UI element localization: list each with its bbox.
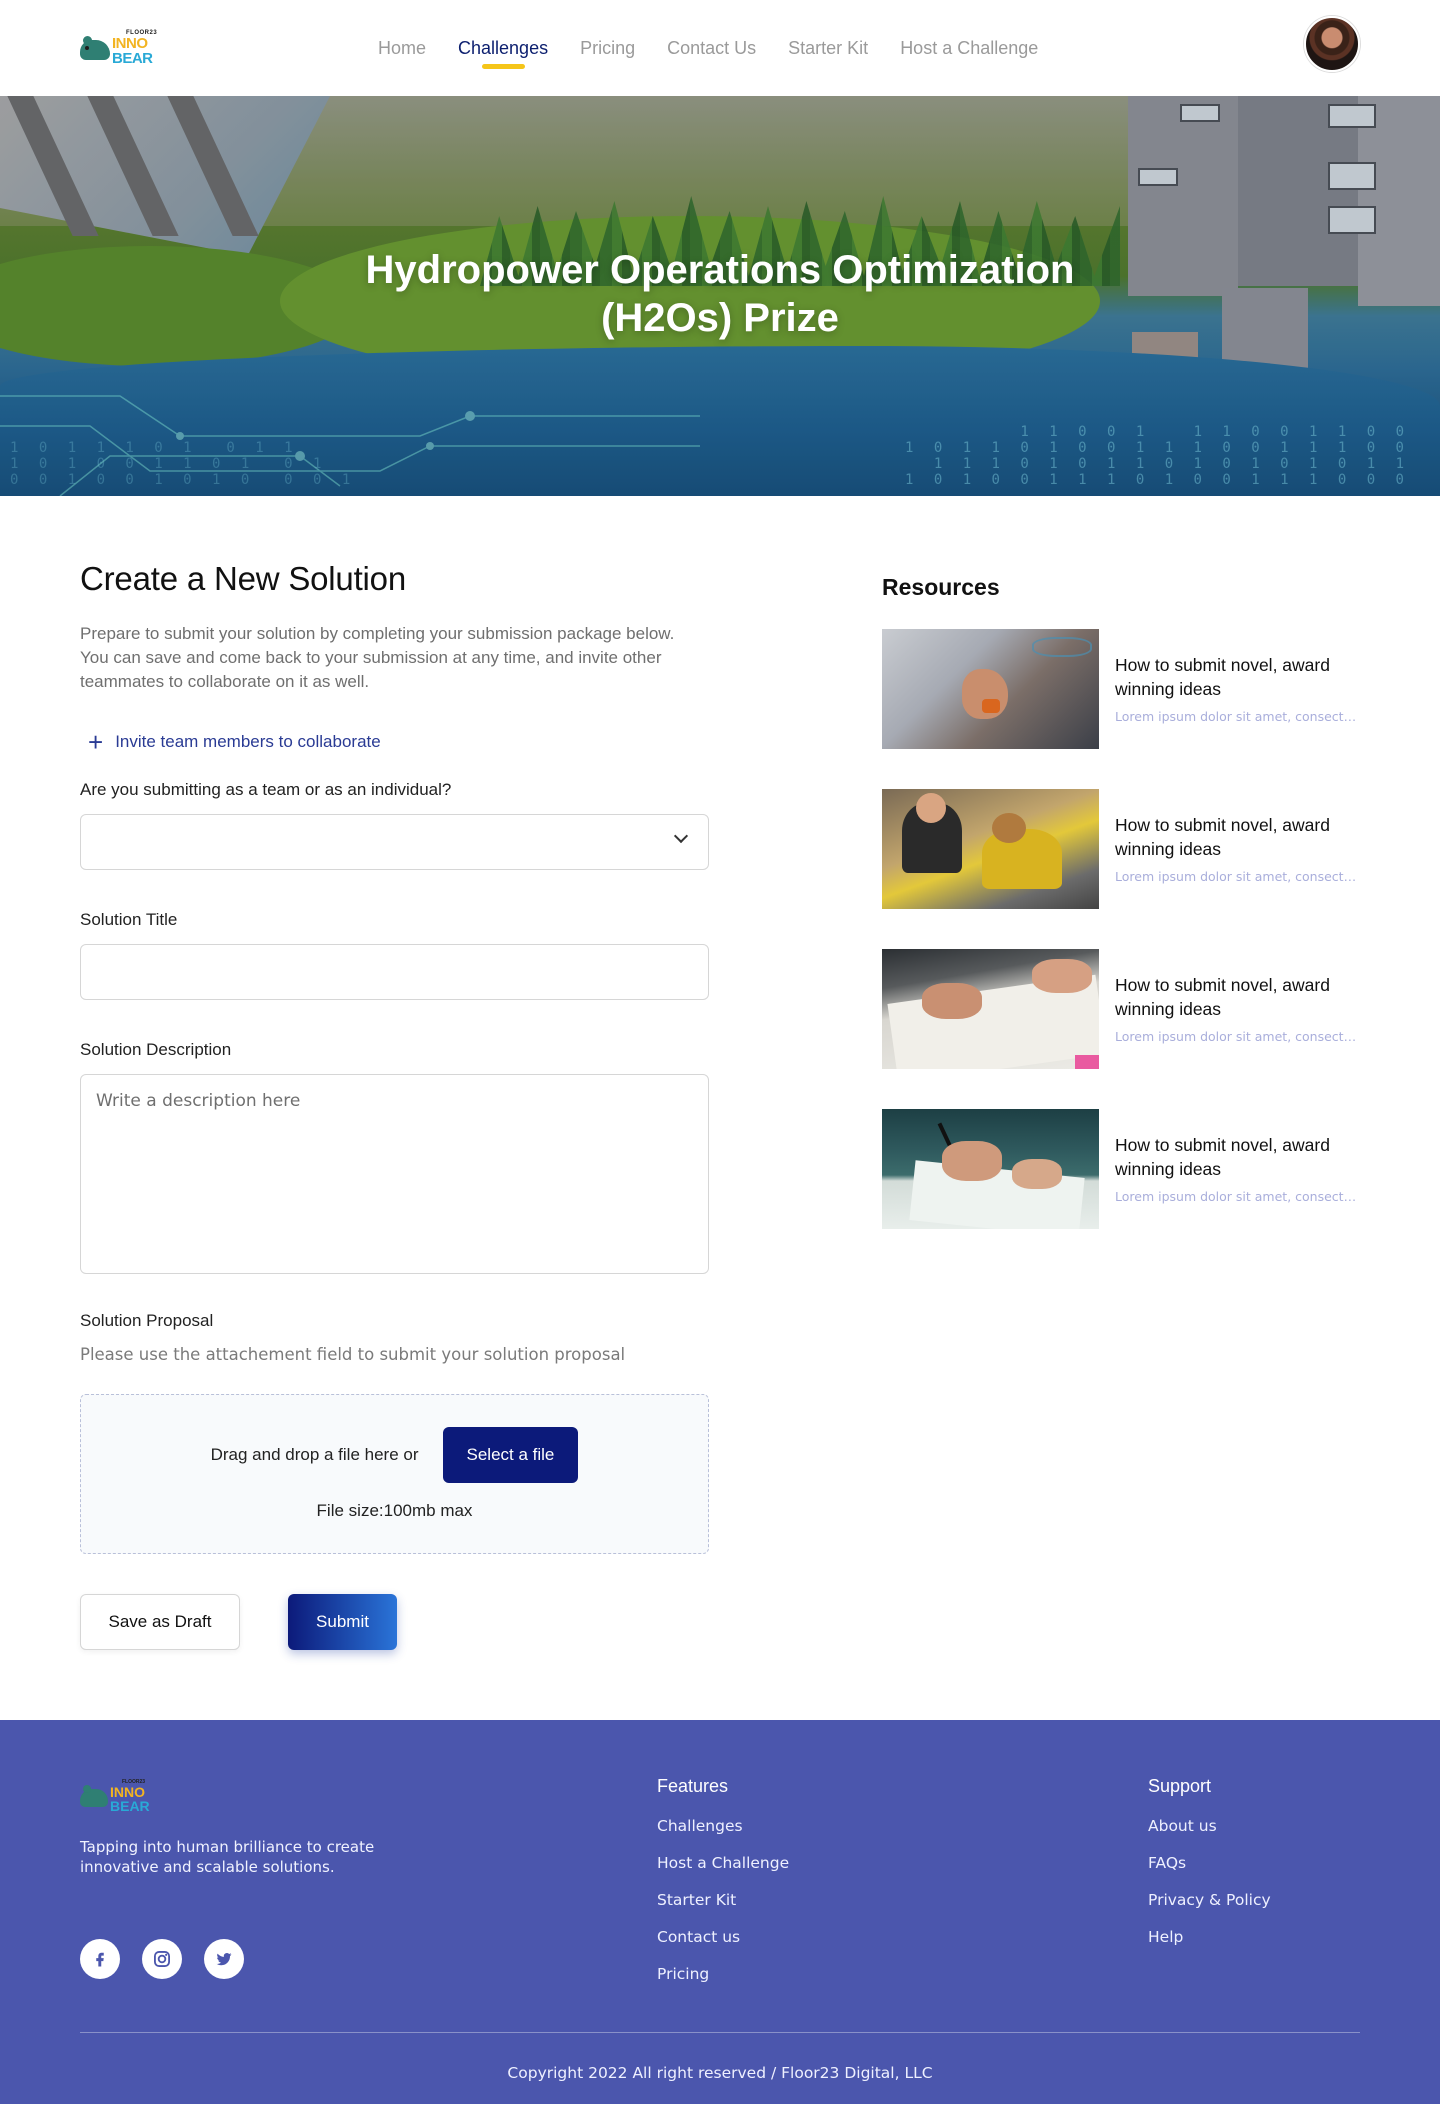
resource-description: Lorem ipsum dolor sit amet, consectetur …: [1115, 869, 1362, 884]
resource-card[interactable]: How to submit novel, award winning ideas…: [882, 949, 1362, 1069]
nav-links: Home Challenges Pricing Contact Us Start…: [378, 0, 1038, 96]
nav-link-pricing[interactable]: Pricing: [580, 38, 635, 59]
bear-logo-icon: [80, 1784, 108, 1809]
dropzone-text: Drag and drop a file here or: [210, 1445, 419, 1464]
resources-title: Resources: [882, 574, 1000, 600]
footer-link-pricing[interactable]: Pricing: [657, 1965, 789, 1983]
footer-link-privacy-policy[interactable]: Privacy & Policy: [1148, 1891, 1271, 1909]
footer-features-column: Features Challenges Host a Challenge Sta…: [657, 1776, 789, 2002]
resource-description: Lorem ipsum dolor sit amet, consectetur …: [1115, 709, 1362, 724]
footer-link-about-us[interactable]: About us: [1148, 1817, 1271, 1835]
chevron-down-icon: [673, 828, 689, 844]
file-dropzone[interactable]: Drag and drop a file here or Select a fi…: [80, 1394, 709, 1554]
invite-team-link[interactable]: + Invite team members to collaborate: [80, 727, 709, 757]
select-file-button[interactable]: Select a file: [442, 1427, 579, 1483]
resource-description: Lorem ipsum dolor sit amet, consectetur …: [1115, 1189, 1362, 1204]
page-title: Create a New Solution: [80, 560, 406, 597]
main-content: Create a New Solution Prepare to submit …: [0, 496, 1440, 1720]
top-nav: FLOOR23 INNO BEAR Home Challenges Pricin…: [0, 0, 1440, 96]
resource-thumbnail: [882, 1109, 1099, 1229]
nav-link-host-a-challenge[interactable]: Host a Challenge: [900, 38, 1038, 59]
user-avatar[interactable]: [1304, 16, 1360, 72]
facebook-icon[interactable]: [80, 1939, 120, 1979]
resource-title: How to submit novel, award winning ideas: [1115, 655, 1330, 699]
footer-divider: [80, 2032, 1360, 2033]
footer-link-host-a-challenge[interactable]: Host a Challenge: [657, 1854, 789, 1872]
solution-proposal-label: Solution Proposal: [80, 1311, 214, 1330]
resource-card[interactable]: How to submit novel, award winning ideas…: [882, 629, 1362, 749]
resource-card[interactable]: How to submit novel, award winning ideas…: [882, 789, 1362, 909]
intro-text: Prepare to submit your solution by compl…: [80, 624, 675, 691]
plus-icon: +: [88, 727, 104, 757]
resource-thumbnail: [882, 789, 1099, 909]
footer-features-title: Features: [657, 1776, 729, 1796]
form-actions: Save as Draft Submit: [80, 1594, 709, 1650]
nav-link-home[interactable]: Home: [378, 38, 426, 59]
footer-link-challenges[interactable]: Challenges: [657, 1817, 789, 1835]
solution-proposal-hint: Please use the attachement field to subm…: [80, 1345, 626, 1364]
nav-link-contact-us[interactable]: Contact Us: [667, 38, 756, 59]
footer-logo-inno-text: INNO: [110, 1784, 145, 1800]
solution-title-input[interactable]: [80, 944, 709, 1000]
nav-link-starter-kit[interactable]: Starter Kit: [788, 38, 868, 59]
footer-link-contact-us[interactable]: Contact us: [657, 1928, 789, 1946]
footer-link-help[interactable]: Help: [1148, 1928, 1271, 1946]
footer-support-title: Support: [1148, 1776, 1212, 1796]
instagram-icon[interactable]: [142, 1939, 182, 1979]
solution-description-label: Solution Description: [80, 1040, 232, 1059]
footer-link-faqs[interactable]: FAQs: [1148, 1854, 1271, 1872]
footer-tagline: Tapping into human brilliance to create …: [80, 1838, 375, 1876]
footer-link-starter-kit[interactable]: Starter Kit: [657, 1891, 789, 1909]
team-or-individual-select[interactable]: [80, 814, 709, 870]
resource-title: How to submit novel, award winning ideas: [1115, 1135, 1330, 1179]
twitter-icon[interactable]: [204, 1939, 244, 1979]
file-size-limit: File size:100mb max: [316, 1501, 473, 1520]
resource-title: How to submit novel, award winning ideas: [1115, 815, 1330, 859]
resource-title: How to submit novel, award winning ideas: [1115, 975, 1330, 1019]
resource-thumbnail: [882, 949, 1099, 1069]
resources-panel: Resources How to submit novel, award win…: [882, 560, 1362, 1650]
nav-link-challenges[interactable]: Challenges: [458, 38, 548, 69]
team-question-label: Are you submitting as a team or as an in…: [80, 780, 452, 799]
footer-support-column: Support About us FAQs Privacy & Policy H…: [1148, 1776, 1271, 1965]
bear-logo-icon: [80, 34, 110, 62]
submit-button[interactable]: Submit: [288, 1594, 397, 1650]
solution-description-input[interactable]: [80, 1074, 709, 1274]
resource-thumbnail: [882, 629, 1099, 749]
resource-card[interactable]: How to submit novel, award winning ideas…: [882, 1109, 1362, 1229]
challenge-title: Hydropower Operations Optimization (H2Os…: [365, 248, 1075, 340]
logo-inno-text: INNO: [112, 35, 148, 52]
hero-banner: 1 0 1 1 1 0 1 0 1 1 1 0 1 0 0 1 1 0 1 0 …: [0, 96, 1440, 496]
solution-form: Create a New Solution Prepare to submit …: [80, 560, 709, 1650]
innobear-logo[interactable]: FLOOR23 INNO BEAR: [80, 28, 164, 68]
invite-team-label: Invite team members to collaborate: [115, 732, 381, 751]
site-footer: FLOOR23 INNO BEAR Tapping into human bri…: [0, 1720, 1440, 2104]
resource-description: Lorem ipsum dolor sit amet, consectetur …: [1115, 1029, 1362, 1044]
solution-title-label: Solution Title: [80, 910, 178, 929]
copyright-text: Copyright 2022 All right reserved / Floo…: [507, 2064, 933, 2082]
footer-logo-bear-text: BEAR: [110, 1798, 150, 1814]
save-draft-button[interactable]: Save as Draft: [80, 1594, 240, 1650]
logo-bear-text: BEAR: [112, 50, 153, 67]
